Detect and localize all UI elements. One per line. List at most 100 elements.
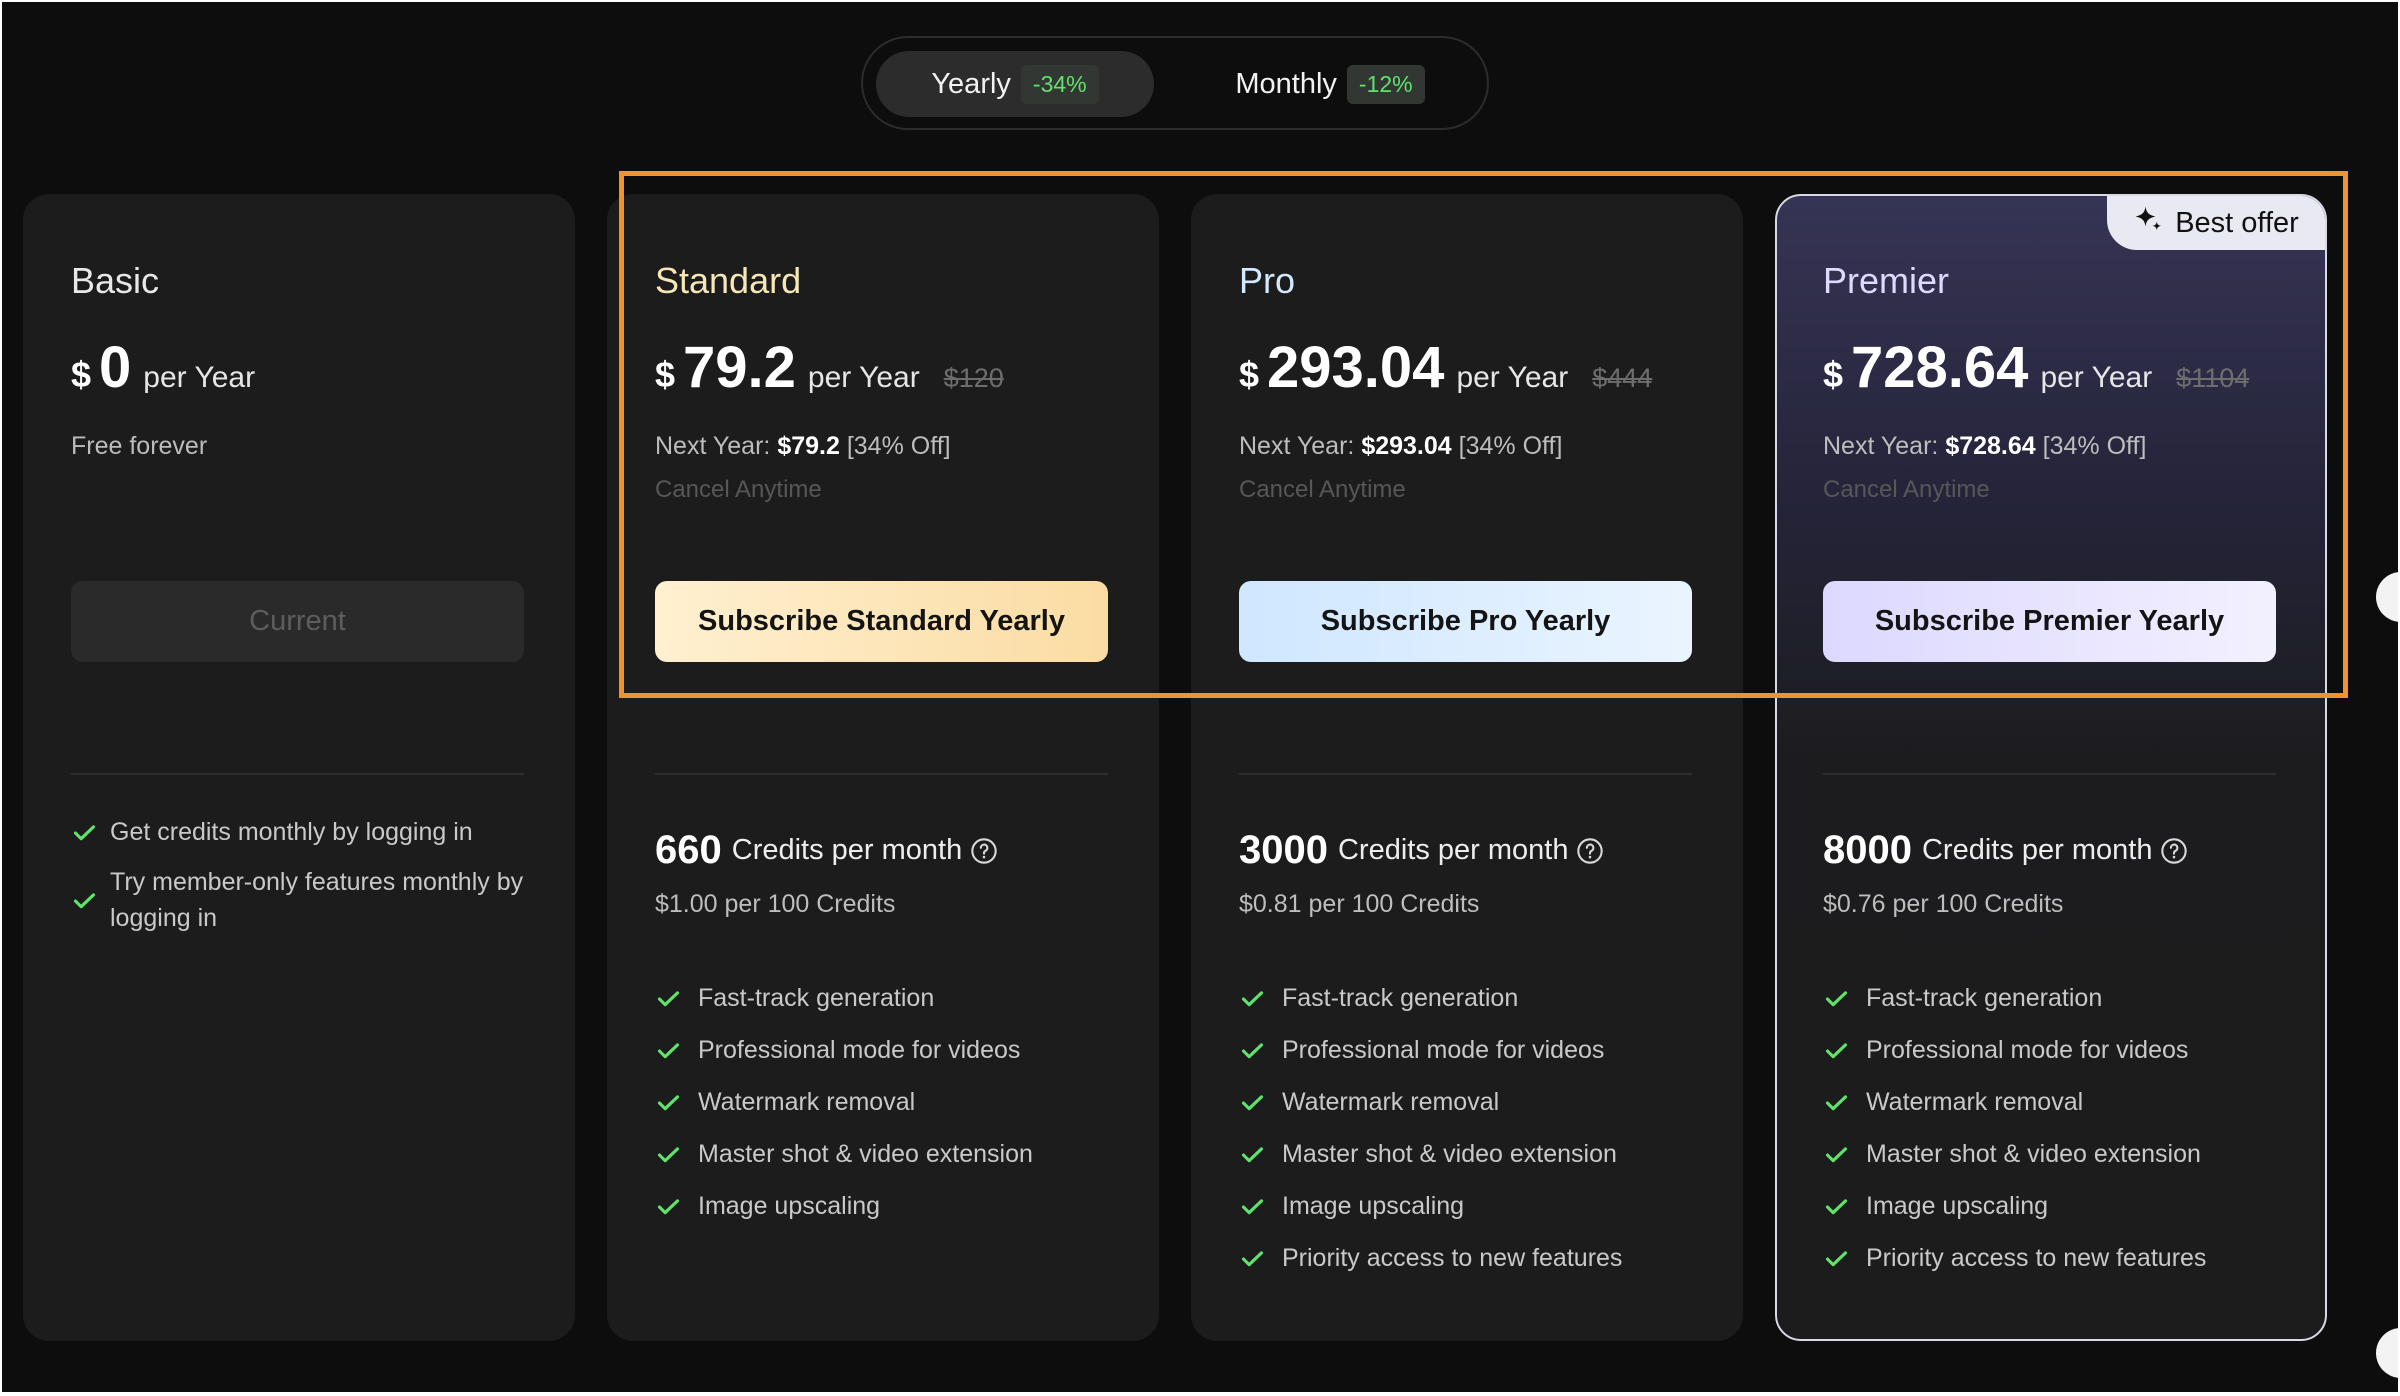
feature-text: Image upscaling <box>698 1191 881 1220</box>
next-year-discount: [34% Off] <box>846 432 951 460</box>
credits-amount: 8000 <box>1823 828 1912 872</box>
price-per-100-credits: $0.81 per 100 Credits <box>1239 890 1480 918</box>
next-year-price: Next Year: $79.2 [34% Off] <box>655 432 951 461</box>
feature-text: Watermark removal <box>698 1087 916 1116</box>
price-per-100-credits: $0.76 per 100 Credits <box>1823 890 2064 918</box>
check-icon <box>1239 1037 1282 1064</box>
feature-item: Priority access to new features <box>1239 1232 1622 1284</box>
next-year-label: Next Year: <box>655 432 771 460</box>
feature-item: Professional mode for videos <box>655 1024 1033 1076</box>
yearly-label: Yearly <box>931 67 1011 100</box>
cancel-anytime-note: Cancel Anytime <box>655 476 822 503</box>
feature-item: Fast-track generation <box>655 972 1033 1024</box>
monthly-discount-badge: -12% <box>1346 64 1425 104</box>
monthly-label: Monthly <box>1235 67 1337 100</box>
original-price: $1104 <box>2176 363 2250 393</box>
best-offer-label: Best offer <box>2175 206 2299 239</box>
feature-text: Watermark removal <box>1282 1087 1500 1116</box>
plan-card-basic: Basic $ 0 per Year Free forever Current … <box>23 194 575 1341</box>
next-year-price: Next Year: $293.04 [34% Off] <box>1239 432 1562 461</box>
feature-list: Fast-track generation Professional mode … <box>655 972 1033 1232</box>
feature-text: Image upscaling <box>1866 1191 2049 1220</box>
check-icon <box>655 1193 698 1220</box>
feature-text: Fast-track generation <box>698 983 935 1012</box>
feature-item: Watermark removal <box>1239 1076 1622 1128</box>
plan-name: Premier <box>1823 260 1950 301</box>
divider <box>1823 773 2276 775</box>
feature-item: Master shot & video extension <box>1823 1128 2206 1180</box>
cancel-anytime-note: Cancel Anytime <box>1823 476 1990 503</box>
check-icon <box>1823 1193 1866 1220</box>
feature-item: Professional mode for videos <box>1823 1024 2206 1076</box>
yearly-discount-badge: -34% <box>1020 64 1099 104</box>
next-year-label: Next Year: <box>1239 432 1355 460</box>
credits-label: Credits per month <box>731 834 963 866</box>
price-row: $ 728.64 per Year $1104 <box>1823 334 2249 401</box>
help-icon[interactable] <box>970 837 998 865</box>
next-year-amount: $728.64 <box>1945 432 2036 460</box>
price-period: per Year <box>807 361 920 394</box>
check-icon <box>71 887 110 914</box>
feature-text: Fast-track generation <box>1282 983 1519 1012</box>
check-icon <box>1239 1141 1282 1168</box>
credits-row: 660 Credits per month <box>655 828 998 873</box>
credits-amount: 660 <box>655 828 722 872</box>
plan-name: Standard <box>655 260 802 301</box>
next-year-discount: [34% Off] <box>1458 432 1563 460</box>
feature-text: Master shot & video extension <box>1282 1139 1617 1168</box>
price-per-100-credits: $1.00 per 100 Credits <box>655 890 896 918</box>
price-amount: 0 <box>99 335 132 400</box>
check-icon <box>1823 1141 1866 1168</box>
feature-text: Watermark removal <box>1866 1087 2084 1116</box>
feature-item: Professional mode for videos <box>1239 1024 1622 1076</box>
currency-symbol: $ <box>1239 354 1260 395</box>
check-icon <box>655 985 698 1012</box>
price-row: $ 0 per Year <box>71 334 279 401</box>
check-icon <box>1823 985 1866 1012</box>
help-icon[interactable] <box>1576 837 1604 865</box>
cancel-anytime-note: Cancel Anytime <box>1239 476 1406 503</box>
subscribe-premier-button[interactable]: Subscribe Premier Yearly <box>1823 581 2276 662</box>
feature-item: Fast-track generation <box>1239 972 1622 1024</box>
monthly-option[interactable]: Monthly -12% <box>1191 51 1469 117</box>
billing-period-toggle: Yearly -34% Monthly -12% <box>861 36 1489 130</box>
help-icon[interactable] <box>2160 837 2188 865</box>
check-icon <box>1823 1037 1866 1064</box>
check-icon <box>1239 985 1282 1012</box>
next-year-discount: [34% Off] <box>2042 432 2147 460</box>
sparkle-icon <box>2133 204 2163 242</box>
feature-item: Priority access to new features <box>1823 1232 2206 1284</box>
divider <box>1239 773 1692 775</box>
feature-list: Get credits monthly by logging in Try me… <box>71 814 541 950</box>
credits-amount: 3000 <box>1239 828 1328 872</box>
feature-text: Fast-track generation <box>1866 983 2103 1012</box>
floating-widget[interactable] <box>2376 1328 2398 1378</box>
subscribe-pro-button[interactable]: Subscribe Pro Yearly <box>1239 581 1692 662</box>
credits-label: Credits per month <box>1921 834 2153 866</box>
plan-card-premier: Best offer Premier $ 728.64 per Year $11… <box>1775 194 2327 1341</box>
feature-item: Get credits monthly by logging in <box>71 814 541 850</box>
currency-symbol: $ <box>655 354 676 395</box>
yearly-option[interactable]: Yearly -34% <box>876 51 1154 117</box>
check-icon <box>1239 1245 1282 1272</box>
check-icon <box>1823 1245 1866 1272</box>
next-year-label: Next Year: <box>1823 432 1939 460</box>
feature-item: Watermark removal <box>1823 1076 2206 1128</box>
feature-item: Image upscaling <box>1823 1180 2206 1232</box>
credits-label: Credits per month <box>1337 834 1569 866</box>
check-icon <box>655 1089 698 1116</box>
currency-symbol: $ <box>1823 354 1844 395</box>
original-price: $120 <box>943 363 1004 393</box>
plan-name: Basic <box>71 260 160 301</box>
plan-name: Pro <box>1239 260 1296 301</box>
price-period: per Year <box>2040 361 2153 394</box>
feature-item: Fast-track generation <box>1823 972 2206 1024</box>
current-plan-button: Current <box>71 581 524 662</box>
price-row: $ 293.04 per Year $444 <box>1239 334 1652 401</box>
feature-text: Priority access to new features <box>1282 1243 1623 1272</box>
price-amount: 293.04 <box>1267 335 1445 400</box>
credits-row: 8000 Credits per month <box>1823 828 2188 873</box>
subscribe-standard-button[interactable]: Subscribe Standard Yearly <box>655 581 1108 662</box>
feature-text: Master shot & video extension <box>698 1139 1033 1168</box>
floating-widget[interactable] <box>2376 572 2398 622</box>
